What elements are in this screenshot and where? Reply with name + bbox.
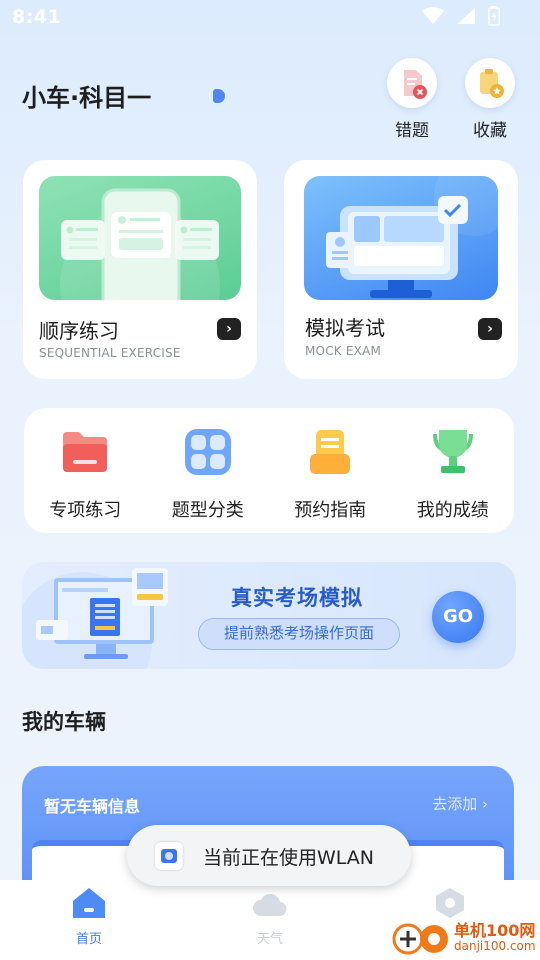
real-exam-title: 真实考场模拟 xyxy=(231,586,363,610)
wrong-questions-label: 错题 xyxy=(395,121,429,141)
battery-icon xyxy=(488,6,500,26)
question-type-button[interactable]: 题型分类 xyxy=(147,408,270,533)
chevron-right-icon[interactable]: › xyxy=(217,318,241,340)
status-icons xyxy=(422,6,500,26)
mock-exam-subtitle: MOCK EXAM xyxy=(305,344,382,358)
real-exam-banner[interactable]: 真实考场模拟 提前熟悉考场操作页面 GO xyxy=(22,562,516,669)
wrong-book-icon xyxy=(387,58,437,108)
signal-icon xyxy=(457,8,475,24)
favorites-label: 收藏 xyxy=(473,121,507,141)
mock-exam-title: 模拟考试 xyxy=(305,316,385,340)
booking-guide-button[interactable]: 预约指南 xyxy=(269,408,392,533)
wrong-questions-button[interactable]: 错题 xyxy=(384,58,440,141)
real-exam-subtitle: 提前熟悉考场操作页面 xyxy=(198,618,400,650)
trophy-icon xyxy=(427,426,479,478)
wifi-icon xyxy=(422,7,444,24)
wlan-toast: 当前正在使用WLAN xyxy=(127,825,411,886)
folder-icon xyxy=(59,426,111,478)
sequential-exercise-title: 顺序练习 xyxy=(39,319,119,343)
mock-exam-illustration xyxy=(304,176,498,300)
my-scores-label: 我的成绩 xyxy=(416,500,489,521)
favorites-button[interactable]: 收藏 xyxy=(462,58,518,141)
chevron-right-icon[interactable]: › xyxy=(478,318,502,340)
nav-weather[interactable]: 天气 xyxy=(230,886,310,947)
mock-exam-card[interactable]: 模拟考试 MOCK EXAM › xyxy=(284,160,518,379)
question-type-label: 题型分类 xyxy=(171,500,244,521)
special-practice-label: 专项练习 xyxy=(49,500,122,521)
booking-guide-label: 预约指南 xyxy=(294,500,367,521)
dropdown-indicator-icon[interactable] xyxy=(213,89,225,103)
my-scores-button[interactable]: 我的成绩 xyxy=(392,408,515,533)
no-vehicle-text: 暂无车辆信息 xyxy=(44,797,141,816)
grid-icon xyxy=(182,426,234,478)
cloud-icon xyxy=(253,893,287,917)
clipboard-icon xyxy=(304,426,356,478)
sequential-exercise-subtitle: SEQUENTIAL EXERCISE xyxy=(39,346,181,360)
watermark: 单机100网 danji100.com xyxy=(392,915,540,960)
special-practice-button[interactable]: 专项练习 xyxy=(24,408,147,533)
status-time: 8:41 xyxy=(12,6,62,28)
nav-home-label: 首页 xyxy=(75,932,102,947)
go-button[interactable]: GO xyxy=(432,591,484,643)
home-icon xyxy=(73,888,105,918)
app-icon xyxy=(155,842,183,870)
page-title[interactable]: 小车·科目一 xyxy=(22,78,151,113)
watermark-url: danji100.com xyxy=(454,939,536,953)
favorites-clipboard-icon xyxy=(465,58,515,108)
toast-text: 当前正在使用WLAN xyxy=(203,847,375,869)
add-vehicle-link[interactable]: 去添加 › xyxy=(432,793,488,814)
nav-home[interactable]: 首页 xyxy=(49,886,129,947)
watermark-brand: 单机100网 xyxy=(454,921,536,940)
nav-weather-label: 天气 xyxy=(256,932,283,947)
status-bar: 8:41 xyxy=(0,0,540,36)
exam-monitor-illustration xyxy=(22,568,168,669)
quick-menu: 专项练习 题型分类 预约指南 我的成绩 xyxy=(24,408,514,533)
my-vehicles-heading: 我的车辆 xyxy=(22,710,106,734)
watermark-logo-icon xyxy=(392,923,448,955)
sequential-exercise-card[interactable]: 顺序练习 SEQUENTIAL EXERCISE › xyxy=(23,160,257,379)
sequential-exercise-illustration xyxy=(39,176,241,300)
